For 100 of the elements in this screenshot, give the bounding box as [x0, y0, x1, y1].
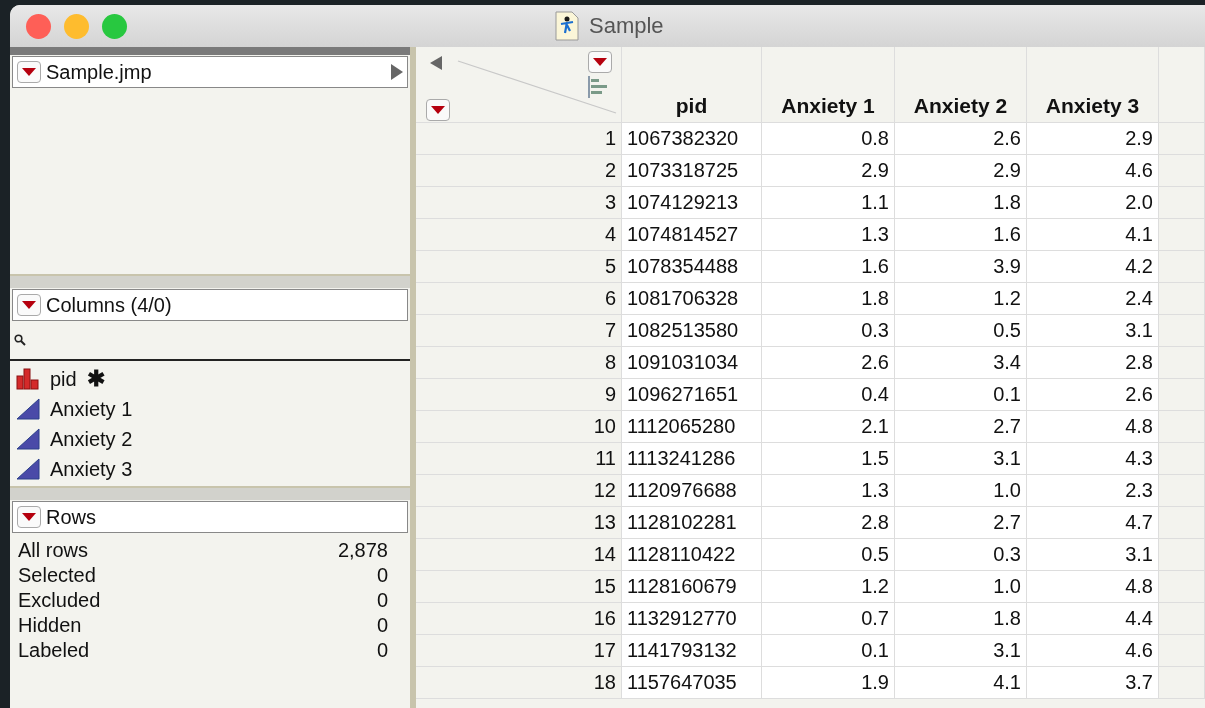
row-stat-label: Hidden	[18, 614, 83, 637]
triangle-icon	[16, 398, 40, 420]
table-cell: 1082513580	[622, 315, 762, 347]
row-number[interactable]: 6	[416, 283, 622, 315]
table-cell: 1.3	[762, 219, 895, 251]
table-cell: 2.1	[762, 411, 895, 443]
table-cell: 3.9	[895, 251, 1027, 283]
caret-icon	[22, 301, 36, 309]
row-number[interactable]: 3	[416, 187, 622, 219]
table-cell: 1073318725	[622, 155, 762, 187]
table-cell: 4.8	[1027, 411, 1159, 443]
dropdown-button[interactable]	[17, 506, 41, 528]
table-cell: 3.4	[895, 347, 1027, 379]
table-cell: 1.8	[762, 283, 895, 315]
table-cell: 4.1	[895, 667, 1027, 699]
row-number[interactable]: 2	[416, 155, 622, 187]
column-list-item[interactable]: Anxiety 3	[16, 454, 410, 484]
table-cell: 2.7	[895, 507, 1027, 539]
row-stat-label: Excluded	[18, 589, 102, 612]
table-cell: 1.2	[895, 283, 1027, 315]
table-cell: 2.6	[1027, 379, 1159, 411]
row-stat-value: 0	[375, 614, 388, 637]
table-cell: 1.9	[762, 667, 895, 699]
table-cell: 4.8	[1027, 571, 1159, 603]
table-cell: 1.6	[895, 219, 1027, 251]
table-cell: 3.1	[895, 635, 1027, 667]
row-number[interactable]: 13	[416, 507, 622, 539]
row-number[interactable]: 14	[416, 539, 622, 571]
row-number[interactable]: 16	[416, 603, 622, 635]
table-cell: 1091031034	[622, 347, 762, 379]
column-list-item[interactable]: pid ✱	[16, 364, 410, 394]
row-number[interactable]: 7	[416, 315, 622, 347]
table-cell: 0.4	[762, 379, 895, 411]
row-stat-value: 0	[375, 589, 388, 612]
table-cell: 1112065280	[622, 411, 762, 443]
table-cell: 0.1	[895, 379, 1027, 411]
table-cell: 4.1	[1027, 219, 1159, 251]
row-stat-label: All rows	[18, 539, 89, 562]
table-cell: 4.4	[1027, 603, 1159, 635]
row-stat-label: Selected	[18, 564, 97, 587]
table-cell: 4.3	[1027, 443, 1159, 475]
table-cell: 1.2	[762, 571, 895, 603]
table-cell: 2.6	[762, 347, 895, 379]
table-cell: 4.7	[1027, 507, 1159, 539]
dropdown-button[interactable]	[17, 61, 41, 83]
row-number[interactable]: 12	[416, 475, 622, 507]
table-cell: 1.0	[895, 571, 1027, 603]
table-cell: 2.9	[1027, 123, 1159, 155]
table-cell: 2.0	[1027, 187, 1159, 219]
row-number[interactable]: 1	[416, 123, 622, 155]
row-number[interactable]: 18	[416, 667, 622, 699]
row-number[interactable]: 11	[416, 443, 622, 475]
row-number[interactable]: 4	[416, 219, 622, 251]
table-cell: 1157647035	[622, 667, 762, 699]
table-cell: 2.8	[1027, 347, 1159, 379]
table-cell: 1074129213	[622, 187, 762, 219]
expand-arrow-icon	[391, 64, 403, 80]
rows-title: Rows	[46, 505, 97, 529]
table-cell: 3.1	[895, 443, 1027, 475]
caret-icon	[431, 106, 445, 114]
row-number[interactable]: 9	[416, 379, 622, 411]
row-number[interactable]: 5	[416, 251, 622, 283]
caret-icon	[22, 513, 36, 521]
row-number[interactable]: 15	[416, 571, 622, 603]
row-stat-value: 2,878	[337, 539, 388, 562]
table-cell: 1081706328	[622, 283, 762, 315]
window-title: Sample	[589, 13, 664, 39]
column-list-item[interactable]: Anxiety 1	[16, 394, 410, 424]
bar-chart-icon	[16, 368, 40, 390]
dropdown-button[interactable]	[588, 51, 612, 73]
table-cell: 0.7	[762, 603, 895, 635]
row-number[interactable]: 10	[416, 411, 622, 443]
dropdown-button[interactable]	[17, 294, 41, 316]
table-cell: 0.1	[762, 635, 895, 667]
table-cell: 3.7	[1027, 667, 1159, 699]
table-cell: 2.9	[895, 155, 1027, 187]
table-cell: 3.1	[1027, 539, 1159, 571]
table-cell: 0.8	[762, 123, 895, 155]
table-cell: 1074814527	[622, 219, 762, 251]
table-cell: 4.6	[1027, 155, 1159, 187]
table-cell: 1.0	[895, 475, 1027, 507]
columns-title: Columns (4/0)	[46, 293, 173, 317]
table-cell: 1.1	[762, 187, 895, 219]
table-cell: 0.3	[762, 315, 895, 347]
table-cell: 1128160679	[622, 571, 762, 603]
row-stat-value: 0	[375, 564, 388, 587]
table-cell: 1.5	[762, 443, 895, 475]
dropdown-button[interactable]	[426, 99, 450, 121]
row-number[interactable]: 8	[416, 347, 622, 379]
table-cell: 1.8	[895, 603, 1027, 635]
table-cell: 1078354488	[622, 251, 762, 283]
table-cell: 0.5	[895, 315, 1027, 347]
caret-icon	[593, 58, 607, 66]
collapse-arrow-icon	[430, 56, 442, 70]
row-number[interactable]: 17	[416, 635, 622, 667]
table-cell: 0.5	[762, 539, 895, 571]
search-icon	[14, 334, 26, 346]
table-cell: 0.3	[895, 539, 1027, 571]
column-list-item[interactable]: Anxiety 2	[16, 424, 410, 454]
table-cell: 1113241286	[622, 443, 762, 475]
